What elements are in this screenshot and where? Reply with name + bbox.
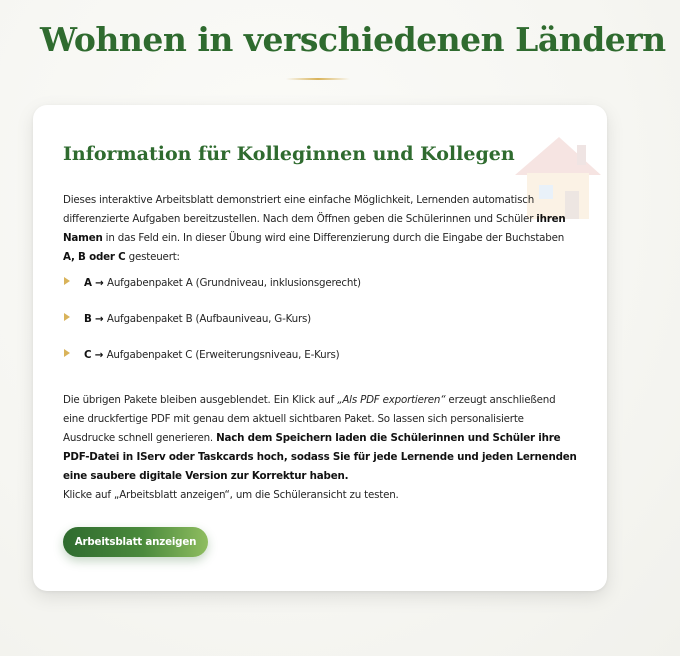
intro-paragraph: Dieses interaktive Arbeitsblatt demonstr…: [63, 191, 578, 267]
package-arrow: →: [91, 277, 107, 289]
package-description: Aufgabenpaket B (Aufbauniveau, G-Kurs): [106, 313, 311, 325]
card-heading: Information für Kolleginnen und Kollegen: [63, 143, 515, 165]
intro-text-1: Dieses interaktive Arbeitsblatt demonstr…: [63, 194, 537, 225]
title-divider: [286, 78, 350, 80]
package-description: Aufgabenpaket C (Erweiterungsniveau, E-K…: [106, 349, 340, 361]
page-title: Wohnen in verschiedenen Ländern: [40, 20, 666, 59]
triangle-bullet-icon: [64, 349, 70, 357]
package-item-c: C → Aufgabenpaket C (Erweiterungsniveau,…: [63, 345, 361, 381]
package-letter: B: [84, 313, 92, 325]
package-description: Aufgabenpaket A (Grundniveau, inklusions…: [106, 277, 361, 289]
outro-paragraph: Die übrigen Pakete bleiben ausgeblendet.…: [63, 391, 578, 505]
package-list: A → Aufgabenpaket A (Grundniveau, inklus…: [63, 273, 361, 381]
outro-italic-export: „Als PDF exportieren“: [337, 394, 446, 406]
package-item-a: A → Aufgabenpaket A (Grundniveau, inklus…: [63, 273, 361, 309]
intro-bold-letters: A, B oder C: [63, 251, 126, 263]
package-item-b: B → Aufgabenpaket B (Aufbauniveau, G-Kur…: [63, 309, 361, 345]
triangle-bullet-icon: [64, 313, 70, 321]
package-letter: A: [84, 277, 92, 289]
package-arrow: →: [91, 349, 107, 361]
show-worksheet-button[interactable]: Arbeitsblatt anzeigen: [63, 527, 208, 557]
info-card: Information für Kolleginnen und Kollegen…: [33, 105, 607, 591]
intro-text-3: gesteuert:: [125, 251, 180, 263]
outro-text-1: Die übrigen Pakete bleiben ausgeblendet.…: [63, 394, 338, 406]
outro-text-3: Klicke auf „Arbeitsblatt anzeigen“, um d…: [63, 489, 399, 501]
intro-text-2: in das Feld ein. In dieser Übung wird ei…: [102, 232, 565, 244]
package-arrow: →: [91, 313, 107, 325]
triangle-bullet-icon: [64, 277, 70, 285]
